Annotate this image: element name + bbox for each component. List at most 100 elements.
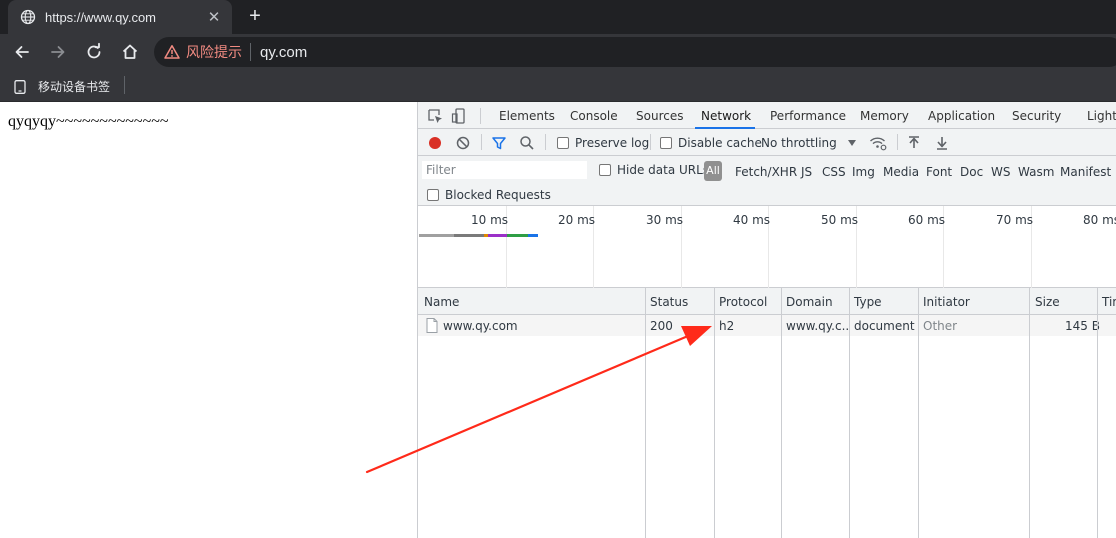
close-tab-icon[interactable]: ✕ [206,8,222,26]
disable-cache-checkbox[interactable] [660,137,672,149]
bookmark-divider [124,76,125,94]
timeline-tick-label: 20 ms [558,213,596,227]
tab-lighthouse[interactable]: Lighthouse [1087,109,1116,123]
cell-size: 145 B [1065,319,1100,333]
column-divider[interactable] [645,288,646,538]
preserve-log-checkbox[interactable] [557,137,569,149]
filter-type-manifest[interactable]: Manifest [1060,165,1111,179]
bookmarks-bar: 移动设备书签 [0,70,1116,102]
toolbar-divider [481,134,482,150]
cell-initiator: Other [923,319,958,333]
browser-toolbar: 风险提示 qy.com [0,34,1116,70]
cell-protocol: h2 [719,319,735,333]
document-file-icon [426,318,438,333]
column-divider[interactable] [714,288,715,538]
clear-icon[interactable] [455,135,471,151]
tab-title: https://www.qy.com [45,9,157,25]
timeline-tick-label: 40 ms [733,213,771,227]
home-icon[interactable] [120,42,140,62]
reload-icon[interactable] [84,42,104,62]
dropdown-arrow-icon[interactable] [847,139,857,147]
devtools-tab-bar: Elements Console Sources Network Perform… [418,102,1116,129]
security-warning-label[interactable]: 风险提示 [186,42,242,62]
network-conditions-icon[interactable] [869,135,887,151]
page-body-text: qyqyqy~~~~~~~~~~~~~ [8,113,169,130]
timeline-tick-label: 10 ms [471,213,509,227]
filter-input[interactable]: Filter [422,161,587,179]
column-header-name[interactable]: Name [424,295,459,309]
timeline-tick-label: 80 ms [1083,213,1116,227]
tab-console[interactable]: Console [570,109,618,123]
timeline-bar-stalled [454,234,484,237]
cell-domain: www.qy.c... [786,319,850,333]
filter-type-js[interactable]: JS [801,165,812,179]
toolbar-divider [897,134,898,150]
tab-elements[interactable]: Elements [499,109,555,123]
disable-cache-label: Disable cache [678,136,762,150]
column-divider[interactable] [918,288,919,538]
warning-icon[interactable] [164,44,180,60]
back-icon[interactable] [12,42,32,62]
column-divider[interactable] [781,288,782,538]
column-header-size[interactable]: Size [1035,295,1060,309]
new-tab-button[interactable]: + [244,5,266,28]
column-divider[interactable] [849,288,850,538]
tab-sources[interactable]: Sources [636,109,683,123]
blocked-requests-checkbox[interactable] [427,189,439,201]
bookmark-label: 移动设备书签 [38,80,111,94]
tab-bar-divider [480,108,481,124]
filter-type-media[interactable]: Media [883,165,919,179]
record-icon[interactable] [427,135,443,151]
filter-type-font[interactable]: Font [926,165,952,179]
filter-type-fetch-xhr[interactable]: Fetch/XHR [735,165,797,179]
forward-icon[interactable] [48,42,68,62]
url-text[interactable]: qy.com [260,44,307,61]
address-bar[interactable]: 风险提示 qy.com [154,37,1116,67]
column-header-protocol[interactable]: Protocol [719,295,767,309]
browser-tab[interactable]: https://www.qy.com ✕ [8,0,232,34]
table-row[interactable]: www.qy.com 200 h2 www.qy.c... document O… [418,315,1116,336]
throttling-select[interactable]: No throttling [761,136,837,150]
preserve-log-label: Preserve log [575,136,650,150]
column-header-time[interactable]: Time [1102,295,1116,309]
column-divider[interactable] [1097,288,1098,538]
filter-type-ws[interactable]: WS [991,165,1010,179]
timeline-bar-queueing [419,234,454,237]
inspect-element-icon[interactable] [427,108,443,124]
tab-performance[interactable]: Performance [770,109,846,123]
blocked-requests-label: Blocked Requests [445,188,551,202]
omnibox-divider [250,43,251,61]
import-har-icon[interactable] [907,135,921,151]
column-divider[interactable] [1029,288,1030,538]
hide-data-urls-label: Hide data URLs [617,163,710,177]
hide-data-urls-checkbox[interactable] [599,164,611,176]
tab-network[interactable]: Network [701,109,751,123]
cell-name: www.qy.com [443,319,518,333]
column-header-type[interactable]: Type [854,295,882,309]
timeline-tick-label: 50 ms [821,213,859,227]
timeline-bar-download [528,234,538,237]
column-header-initiator[interactable]: Initiator [923,295,970,309]
filter-icon[interactable] [491,135,507,151]
filter-type-wasm[interactable]: Wasm [1018,165,1054,179]
filter-type-all[interactable]: All [704,161,722,181]
tab-strip: https://www.qy.com ✕ + [0,0,1116,34]
filter-type-img[interactable]: Img [852,165,875,179]
search-icon[interactable] [519,135,535,151]
mobile-bookmarks-folder[interactable]: 移动设备书签 [14,78,110,95]
device-toolbar-icon[interactable] [451,108,467,124]
cell-type: document [854,319,915,333]
filter-type-doc[interactable]: Doc [960,165,983,179]
filter-type-css[interactable]: CSS [822,165,846,179]
page-viewport: qyqyqy~~~~~~~~~~~~~ [0,102,417,538]
devtools-panel: Elements Console Sources Network Perform… [417,102,1116,538]
tab-security[interactable]: Security [1012,109,1061,123]
tab-memory[interactable]: Memory [860,109,909,123]
globe-icon [20,9,36,25]
tab-application[interactable]: Application [928,109,995,123]
toolbar-divider [545,134,546,150]
export-har-icon[interactable] [935,135,949,151]
network-overview-timeline[interactable]: 10 ms 20 ms 30 ms 40 ms 50 ms 60 ms 70 m… [418,206,1116,288]
column-header-status[interactable]: Status [650,295,688,309]
column-header-domain[interactable]: Domain [786,295,833,309]
